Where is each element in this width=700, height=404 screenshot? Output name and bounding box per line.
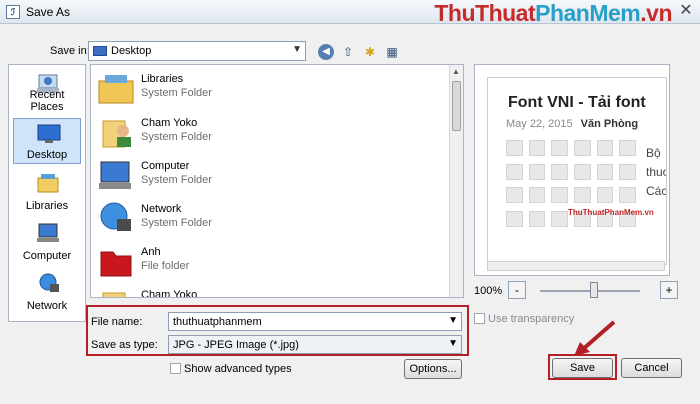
scroll-up-icon[interactable]: ▲	[452, 67, 460, 76]
folder-icon	[102, 292, 126, 297]
place-desktop[interactable]: Desktop	[13, 118, 81, 164]
preview-hscroll[interactable]	[487, 261, 665, 271]
list-item[interactable]: Cham Yoko System Folder	[95, 111, 445, 153]
show-advanced-checkbox[interactable]: Show advanced types	[170, 363, 292, 375]
title-bar: ℐ Save As ThuThuatPhanMem.vn ✕	[0, 0, 700, 26]
preview-title: Font VNI - Tải font	[508, 94, 646, 111]
desktop-icon	[93, 46, 107, 56]
save-button[interactable]: Save	[552, 358, 613, 378]
zoom-percent: 100%	[474, 285, 503, 297]
list-item[interactable]: Computer System Folder	[95, 154, 445, 196]
save-in-label: Save in:	[50, 45, 90, 57]
chevron-down-icon: ▼	[448, 338, 458, 349]
libraries-folder-icon	[98, 75, 134, 104]
zoom-controls: 100% - +	[474, 281, 678, 301]
list-item[interactable]: Cham Yoko	[95, 283, 445, 297]
list-item[interactable]: Network System Folder	[95, 197, 445, 239]
save-as-type-label: Save as type:	[91, 339, 158, 351]
file-list[interactable]: Libraries System Folder Cham Yoko System…	[90, 64, 464, 298]
preview-date: May 22, 2015 Văn Phòng	[506, 118, 639, 130]
file-name-label: File name:	[91, 316, 143, 328]
preview-pane: Font VNI - Tải font May 22, 2015 Văn Phòn…	[474, 64, 670, 276]
place-computer[interactable]: Computer	[13, 218, 81, 264]
up-folder-icon[interactable]: ⇧	[340, 44, 356, 60]
desktop-icon	[37, 124, 61, 143]
nav-toolbar: ◀ ⇧ ✱ ▦	[318, 42, 400, 62]
libraries-icon	[37, 174, 59, 193]
zoom-slider-thumb[interactable]	[590, 282, 598, 298]
place-libraries[interactable]: Libraries	[13, 168, 81, 214]
zoom-in-button[interactable]: +	[660, 281, 678, 299]
preview-watermark: ThuThuatPhanMem.vn	[568, 208, 654, 217]
computer-icon	[99, 161, 131, 189]
back-icon[interactable]: ◀	[318, 44, 334, 60]
save-in-value: Desktop	[111, 45, 152, 57]
place-recent-places[interactable]: Recent Places	[13, 69, 81, 115]
views-menu-icon[interactable]: ▦	[384, 44, 400, 60]
chevron-down-icon: ▼	[448, 315, 458, 326]
place-network[interactable]: Network	[13, 268, 81, 314]
zoom-out-button[interactable]: -	[508, 281, 526, 299]
file-name-input[interactable]: thuthuatphanmem ▼	[168, 312, 462, 331]
network-icon	[39, 273, 59, 292]
places-bar: Recent Places Desktop Libraries Computer…	[8, 64, 86, 322]
app-icon: ℐ	[6, 5, 20, 19]
save-in-combo[interactable]: Desktop ▼	[88, 41, 306, 61]
preview-side-text: Bộ thuơ Các	[646, 146, 667, 198]
scroll-thumb[interactable]	[452, 81, 461, 131]
annotation-arrow	[574, 320, 616, 356]
use-transparency-checkbox[interactable]: Use transparency	[474, 313, 574, 325]
folder-icon	[100, 251, 132, 277]
save-as-type-select[interactable]: JPG - JPEG Image (*.jpg) ▼	[168, 335, 462, 354]
close-icon[interactable]: ✕	[676, 2, 696, 20]
file-list-scrollbar[interactable]: ▲	[449, 65, 463, 297]
list-item[interactable]: Libraries System Folder	[95, 67, 445, 109]
window-title: Save As	[26, 5, 71, 19]
user-folder-icon	[102, 120, 131, 148]
preview-image: Font VNI - Tải font May 22, 2015 Văn Phòn…	[487, 77, 667, 265]
cancel-button[interactable]: Cancel	[621, 358, 682, 378]
list-item[interactable]: Anh File folder	[95, 240, 445, 282]
watermark-logo: ThuThuatPhanMem.vn	[434, 0, 672, 26]
new-folder-icon[interactable]: ✱	[362, 44, 378, 60]
options-button[interactable]: Options...	[404, 359, 462, 379]
computer-icon	[37, 223, 59, 242]
network-icon	[100, 202, 131, 231]
chevron-down-icon: ▼	[292, 44, 302, 55]
